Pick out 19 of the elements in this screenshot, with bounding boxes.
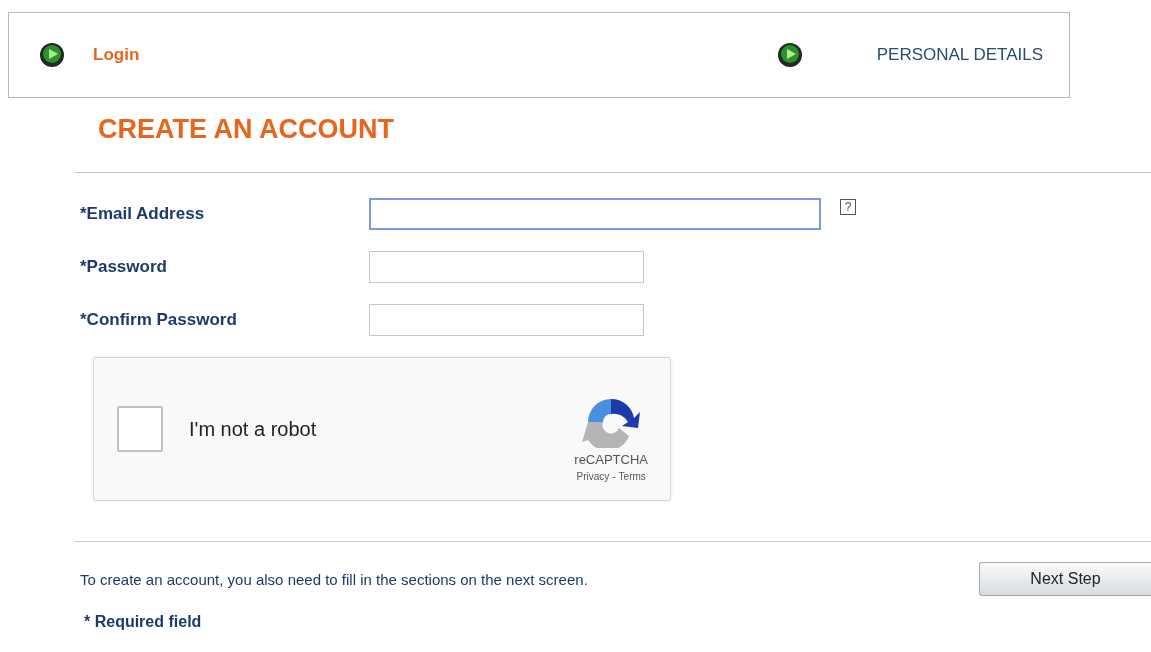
field-label: *Password [79, 257, 168, 277]
step-label[interactable]: PERSONAL DETAILS [876, 45, 1043, 65]
input-field[interactable] [369, 304, 644, 336]
input-field[interactable] [369, 251, 644, 283]
separator-text: - [612, 471, 616, 482]
terms-link[interactable]: Terms [618, 471, 646, 482]
page-heading: CREATE AN ACCOUNT [98, 114, 395, 146]
help-icon[interactable]: ? [840, 199, 856, 215]
captcha-label: I'm not a robot [189, 417, 318, 441]
privacy-link[interactable]: Privacy [576, 471, 610, 482]
field-label: *Email Address [79, 204, 206, 224]
captcha-checkbox[interactable] [117, 406, 163, 452]
info-text: To create an account, you also need to fill in the sections on the next screen. [80, 570, 588, 588]
field-label: *Confirm Password [79, 310, 238, 330]
input-field[interactable] [369, 198, 821, 230]
play-ball-icon [39, 42, 65, 68]
required-note: * Required field [84, 613, 203, 631]
recaptcha-brand: reCAPTCHA [574, 452, 648, 467]
next-step-button[interactable]: Next Step [979, 562, 1151, 596]
